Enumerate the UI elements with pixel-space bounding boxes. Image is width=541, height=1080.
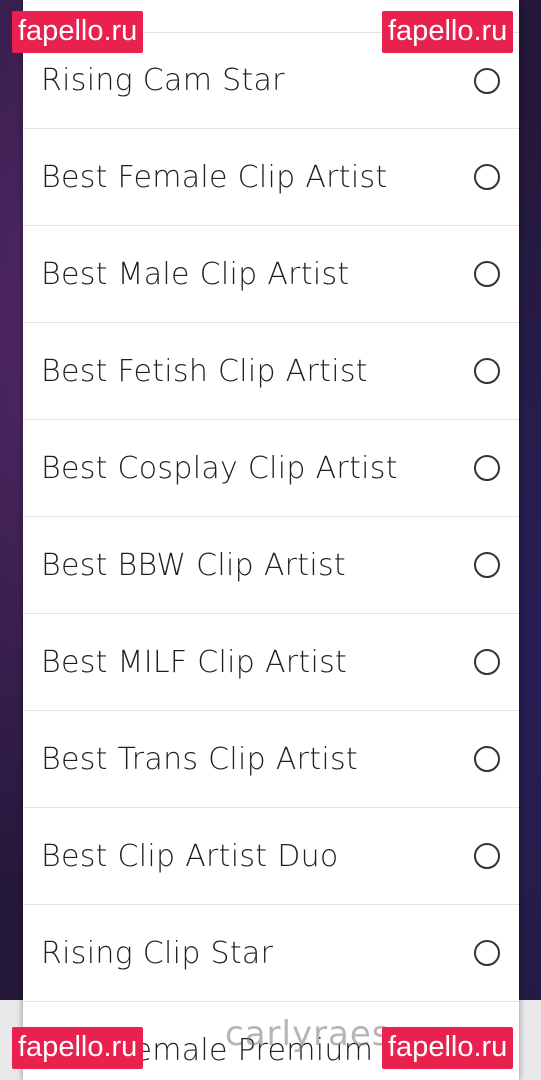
watermark-logo: fapello.ru xyxy=(12,11,144,53)
watermark-logo: fapello.ru xyxy=(382,11,514,53)
radio-button-icon[interactable] xyxy=(474,843,500,869)
radio-button-icon[interactable] xyxy=(474,649,500,675)
radio-button-icon[interactable] xyxy=(474,455,500,481)
radio-button-icon[interactable] xyxy=(474,67,500,94)
option-row[interactable]: Best MILF Clip Artist xyxy=(23,614,519,711)
option-label: Best Trans Clip Artist xyxy=(41,741,358,777)
option-label: Best BBW Clip Artist xyxy=(41,547,346,583)
radio-button-icon[interactable] xyxy=(474,746,500,772)
option-label: Best Female Clip Artist xyxy=(41,159,388,195)
option-row[interactable]: Best Female Clip Artist xyxy=(23,129,519,226)
watermark-logo: fapello.ru xyxy=(12,1027,144,1069)
option-row[interactable]: Best Trans Clip Artist xyxy=(23,711,519,808)
radio-button-icon[interactable] xyxy=(474,358,500,384)
option-row[interactable]: Best Fetish Clip Artist xyxy=(23,323,519,420)
option-label: Best MILF Clip Artist xyxy=(41,644,348,680)
option-row[interactable]: Best Clip Artist Duo xyxy=(23,808,519,905)
watermark-logo: fapello.ru xyxy=(382,1027,514,1069)
radio-button-icon[interactable] xyxy=(474,261,500,287)
select-dialog: Rising Cam Star Best Female Clip Artist … xyxy=(23,0,519,1080)
option-row[interactable]: Best BBW Clip Artist xyxy=(23,517,519,614)
option-list: Rising Cam Star Best Female Clip Artist … xyxy=(23,32,519,1080)
option-row[interactable]: Best Cosplay Clip Artist xyxy=(23,420,519,517)
option-label: Rising Cam Star xyxy=(41,63,285,98)
radio-button-icon[interactable] xyxy=(474,940,500,966)
option-label: Best Fetish Clip Artist xyxy=(41,353,368,389)
option-label: Best Cosplay Clip Artist xyxy=(41,450,398,486)
option-label: Best Clip Artist Duo xyxy=(41,838,339,874)
option-label: Best Male Clip Artist xyxy=(41,256,350,292)
option-label: Rising Clip Star xyxy=(41,935,274,971)
option-row[interactable]: Rising Clip Star xyxy=(23,905,519,1002)
radio-button-icon[interactable] xyxy=(474,552,500,578)
radio-button-icon[interactable] xyxy=(474,164,500,190)
overlay-username-watermark: carlyraes xyxy=(225,1014,391,1054)
option-row[interactable]: Best Male Clip Artist xyxy=(23,226,519,323)
